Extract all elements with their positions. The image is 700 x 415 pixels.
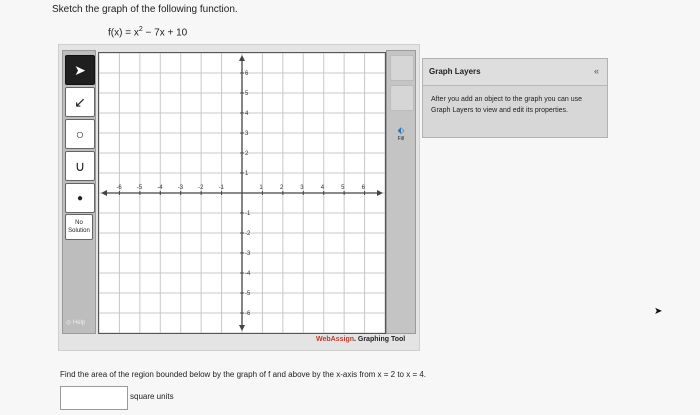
circle-icon: ○ (75, 126, 85, 142)
brand-suffix: . Graphing Tool (354, 336, 406, 343)
graph-layers-help-text: After you add an object to the graph you… (431, 96, 582, 114)
graph-side-toolbar: ⬖ Fill (386, 50, 416, 334)
delete-button[interactable] (390, 55, 414, 81)
graph-canvas[interactable]: -6 -5 -4 -3 -2 -1 1 2 3 4 5 6 6 5 4 3 2 1 -1 -2 -3 -4 -5 -6 (98, 52, 386, 334)
x-tick-label: -5 (137, 185, 143, 191)
y-tick-label: 6 (245, 71, 249, 77)
parabola-icon: ∪ (74, 157, 86, 174)
y-tick-label: 4 (245, 111, 249, 117)
graph-layers-title: Graph Layers (429, 67, 481, 76)
y-tick-label: 1 (245, 171, 249, 177)
point-tool-button[interactable]: ● (65, 183, 95, 213)
question-prompt: Sketch the graph of the following functi… (52, 4, 238, 15)
y-tick-label: -6 (245, 311, 251, 317)
brand-web: Web (316, 336, 331, 343)
trash-button[interactable] (390, 85, 414, 111)
y-tick-label: 2 (245, 151, 249, 157)
x-tick-label: -3 (178, 185, 184, 191)
help-button[interactable]: ◎ Help (66, 319, 85, 326)
line-icon: ↙ (74, 93, 86, 110)
no-solution-button[interactable]: No Solution (65, 214, 93, 240)
y-tick-label: -4 (245, 271, 251, 277)
y-tick-label: -3 (245, 251, 251, 257)
x-axis-arrow-left (101, 190, 107, 196)
coordinate-grid[interactable]: -6 -5 -4 -3 -2 -1 1 2 3 4 5 6654321-1-2-3-4-5-6 (98, 52, 386, 334)
function-lhs: f(x) = x (108, 27, 139, 39)
fill-button[interactable]: ⬖ Fill (390, 125, 412, 153)
y-tick-label: -5 (245, 291, 251, 297)
units-label: square units (130, 392, 174, 401)
webassign-brand: WebAssign. Graphing Tool (316, 336, 405, 343)
brand-assign: Assign (330, 336, 354, 343)
x-tick-label: -2 (198, 185, 204, 191)
y-tick-label: -2 (245, 231, 251, 237)
pointer-icon: ➤ (74, 61, 86, 78)
graph-toolbar: ➤ ↙ ○ ∪ ● No Solution ◎ Help (62, 50, 96, 334)
answer-input[interactable] (60, 386, 128, 410)
area-question: Find the area of the region bounded belo… (60, 370, 427, 379)
fill-label: Fill (397, 136, 405, 142)
function-rhs: − 7x + 10 (142, 27, 188, 39)
y-axis-arrow-up (239, 55, 245, 61)
graph-layers-header[interactable]: Graph Layers « (423, 59, 607, 86)
parabola-tool-button[interactable]: ∪ (65, 151, 95, 181)
x-axis-arrow-right (377, 190, 383, 196)
help-label: Help (72, 320, 86, 326)
x-tick-label: -4 (157, 185, 163, 191)
circle-tool-button[interactable]: ○ (65, 119, 95, 149)
help-icon: ◎ (66, 320, 72, 326)
y-tick-label: 3 (245, 131, 249, 137)
graph-layers-panel: Graph Layers « After you add an object t… (422, 58, 608, 138)
point-icon: ● (76, 192, 84, 204)
line-tool-button[interactable]: ↙ (65, 87, 95, 117)
x-tick-label: -1 (219, 185, 225, 191)
y-tick-label: -1 (245, 211, 251, 217)
pointer-tool-button[interactable]: ➤ (65, 55, 95, 85)
fill-icon: ⬖ (397, 125, 405, 135)
y-tick-label: 5 (245, 91, 249, 97)
mouse-cursor-icon: ➤ (654, 306, 663, 317)
x-tick-label: -6 (116, 185, 122, 191)
collapse-icon[interactable]: « (594, 66, 599, 76)
y-axis-arrow-down (239, 325, 245, 331)
function-definition: f(x) = x2 − 7x + 10 (108, 26, 187, 38)
